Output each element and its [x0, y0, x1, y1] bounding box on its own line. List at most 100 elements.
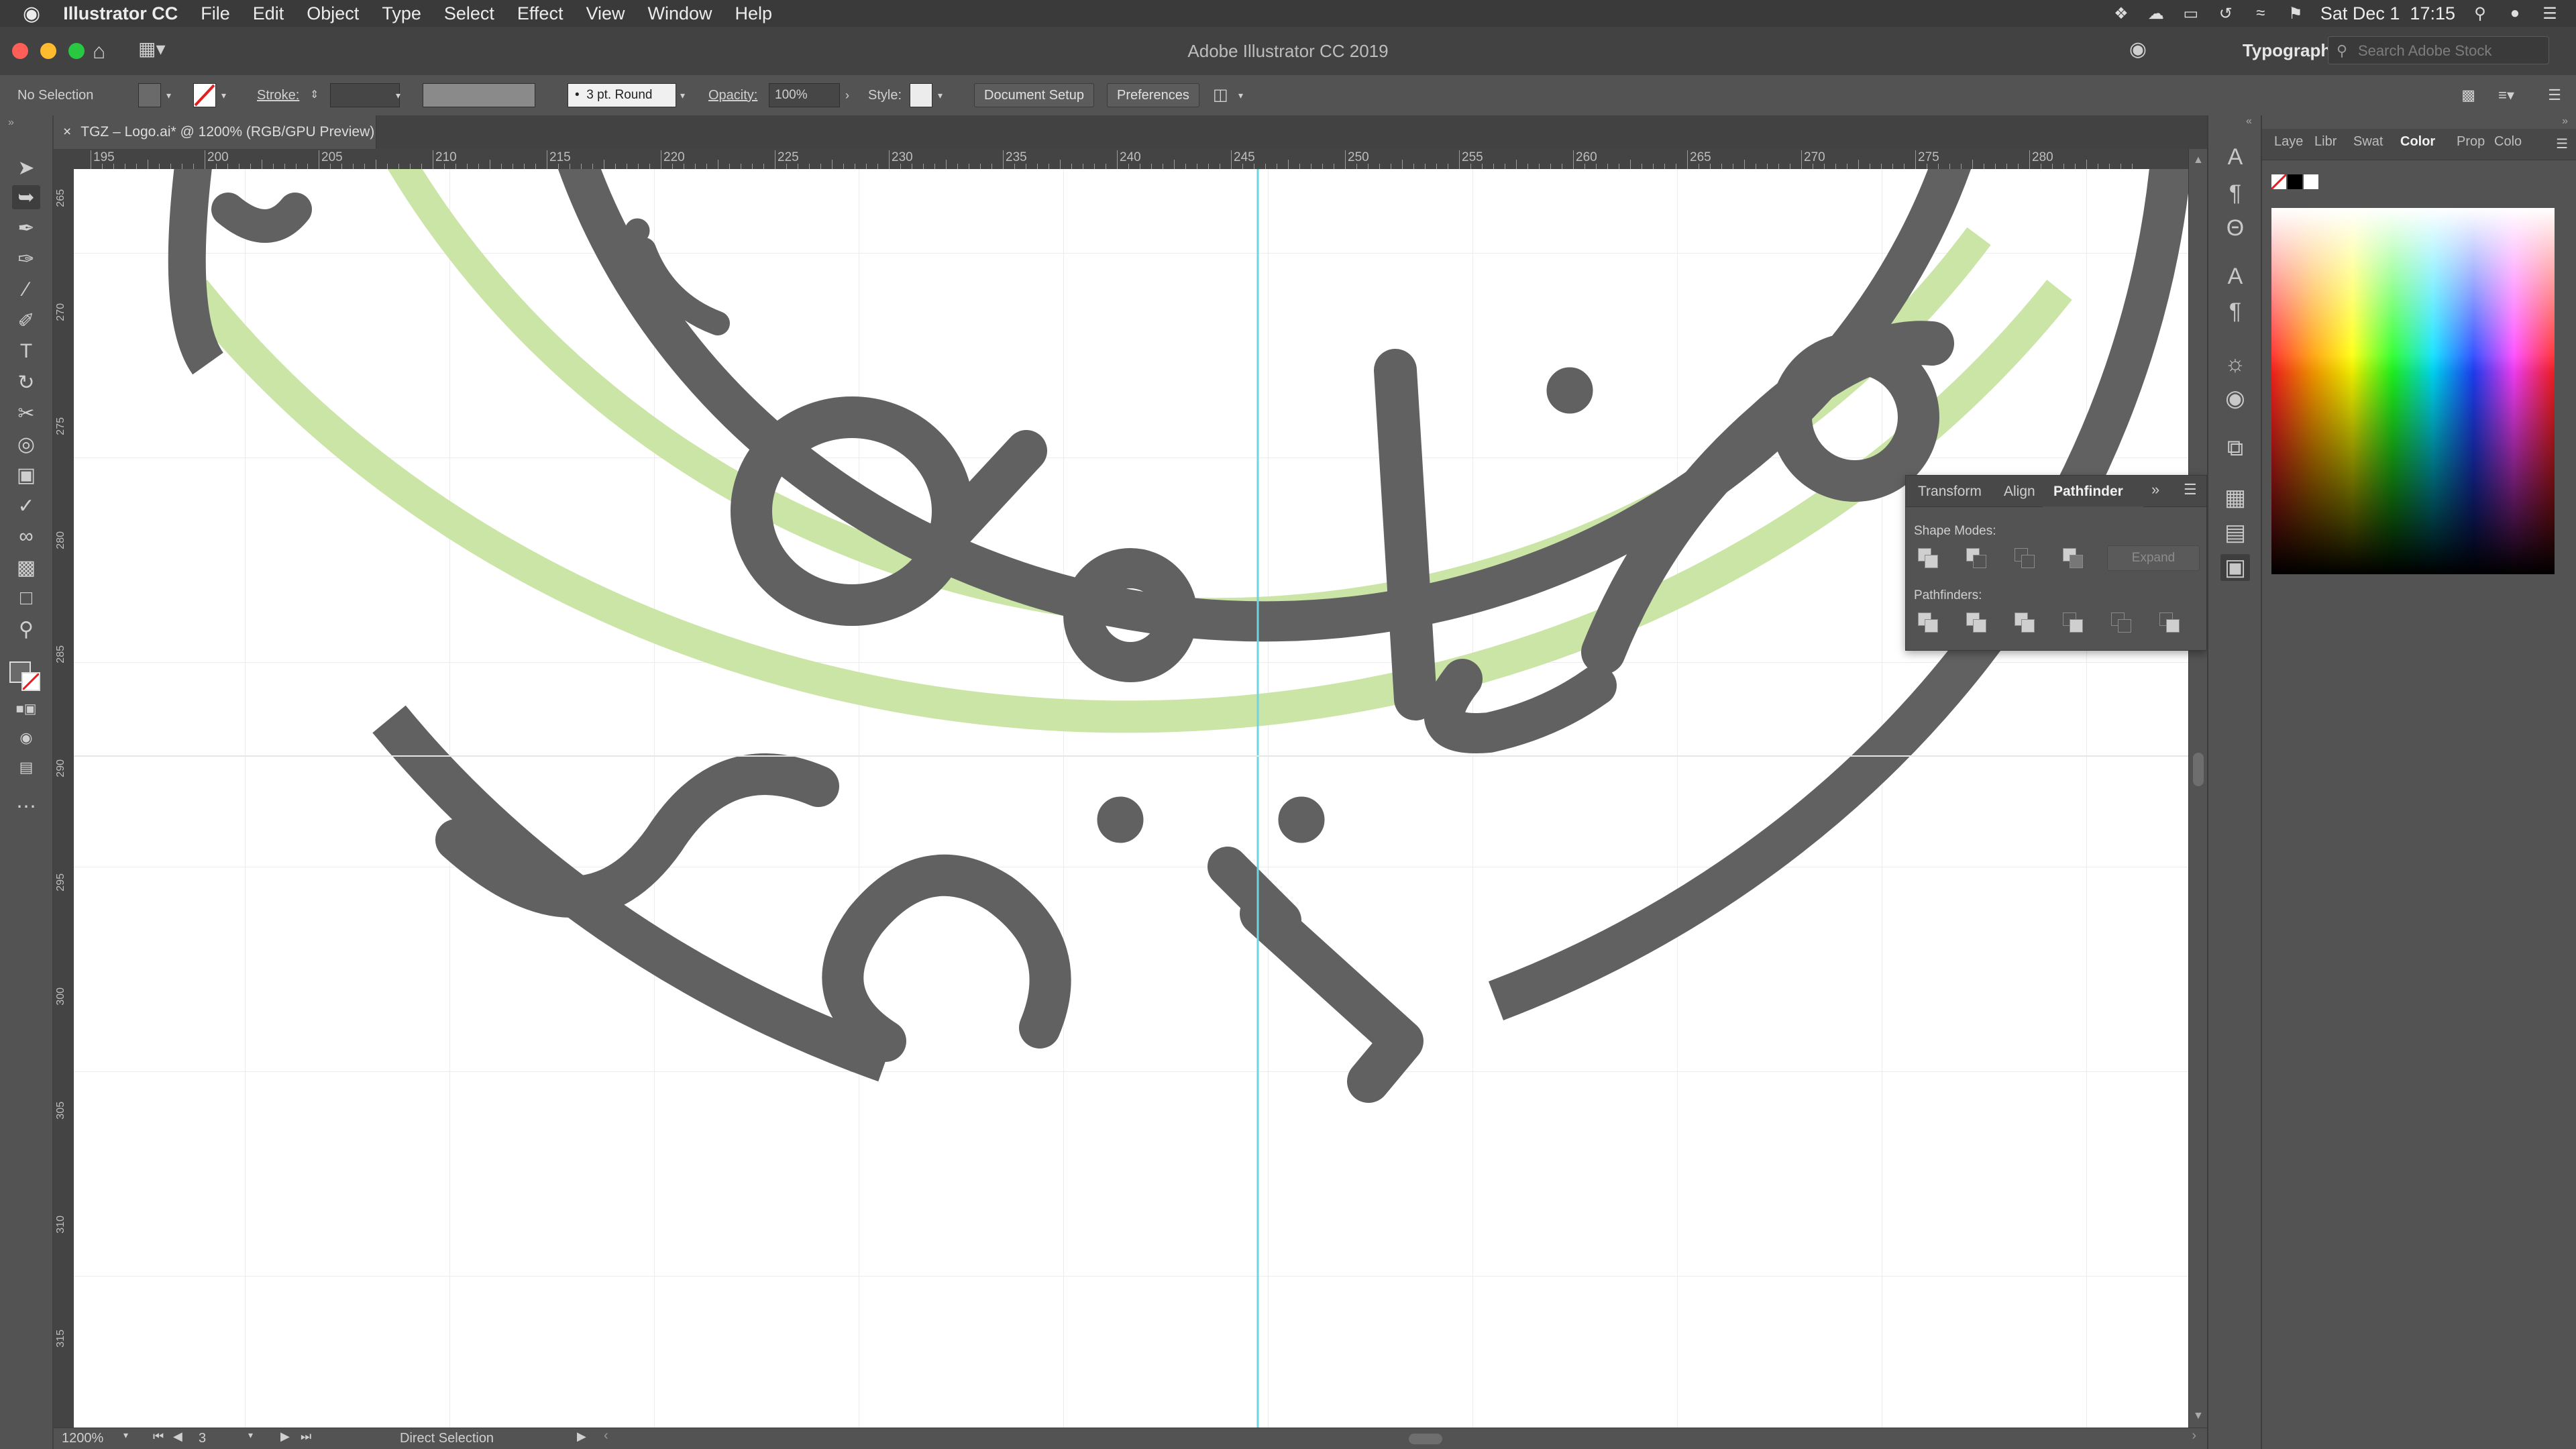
brush-definition[interactable]: • 3 pt. Round	[568, 83, 676, 107]
pen-tool-icon[interactable]: ✒	[12, 216, 40, 240]
collapse-dock-icon[interactable]: »	[2562, 115, 2568, 127]
line-tool-icon[interactable]: ∕	[12, 278, 40, 302]
trim-icon[interactable]	[1964, 610, 1988, 634]
tab-align[interactable]: Align	[2004, 484, 2035, 500]
stroke-stepper-icon[interactable]: ⇕	[310, 83, 319, 107]
stroke-dropdown-icon[interactable]: ▾	[221, 83, 226, 107]
menu-help[interactable]: Help	[724, 3, 784, 24]
scroll-left-icon[interactable]: ‹	[604, 1428, 608, 1444]
black-swatch[interactable]	[2288, 174, 2302, 189]
zoom-level[interactable]: 1200%	[62, 1431, 103, 1446]
input-flag-icon[interactable]: ⚑	[2286, 5, 2306, 23]
graphic-styles-icon[interactable]: ◉	[2220, 385, 2250, 412]
artboard-number[interactable]: 3	[199, 1431, 206, 1446]
none-swatch[interactable]	[2270, 173, 2288, 191]
lightbulb-icon[interactable]: ◉	[2129, 38, 2147, 61]
tab-color-guide[interactable]: Colo	[2494, 134, 2522, 150]
artboards-panel-icon[interactable]: ⧉	[2220, 435, 2250, 462]
tab-libraries[interactable]: Libr	[2314, 134, 2337, 150]
zoom-tool-icon[interactable]: ⚲	[12, 617, 40, 641]
zoom-dropdown-icon[interactable]: ▾	[123, 1430, 128, 1441]
tab-pathfinder[interactable]: Pathfinder	[2053, 484, 2123, 500]
selection-tool-icon[interactable]: ➤	[12, 156, 40, 180]
eyedropper-tool-icon[interactable]: ✓	[12, 494, 40, 518]
opacity-label[interactable]: Opacity:	[708, 83, 757, 107]
minus-front-icon[interactable]	[1964, 545, 1988, 570]
expand-button[interactable]: Expand	[2107, 545, 2200, 571]
live-paint-tool-icon[interactable]: ▩	[12, 555, 40, 580]
dock-panel-menu-icon[interactable]: ☰	[2556, 136, 2568, 152]
menu-type[interactable]: Type	[370, 3, 433, 24]
collapse-toolbar-icon[interactable]: »	[8, 117, 14, 129]
creative-cloud-icon[interactable]: ☁	[2146, 5, 2166, 23]
menu-file[interactable]: File	[189, 3, 241, 24]
dropbox-icon[interactable]: ❖	[2111, 5, 2131, 23]
artboard-dropdown-icon[interactable]: ▾	[248, 1430, 253, 1441]
curvature-tool-icon[interactable]: ✑	[12, 247, 40, 271]
menu-window[interactable]: Window	[637, 3, 724, 24]
outline-icon[interactable]	[2108, 610, 2133, 634]
horizontal-scroll-thumb[interactable]	[1409, 1434, 1442, 1444]
control-menu-icon[interactable]: ☰	[2548, 83, 2561, 107]
menu-effect[interactable]: Effect	[506, 3, 575, 24]
tab-transform[interactable]: Transform	[1918, 484, 1982, 500]
pathfinder-panel-icon[interactable]: ▣	[2220, 554, 2250, 581]
vertical-ruler[interactable]: 265 270 275 280 285 290 295 300 305 310 315	[54, 169, 74, 1428]
fill-stroke-widget[interactable]	[7, 652, 47, 692]
character-styles-icon[interactable]: A	[2220, 263, 2250, 290]
preferences-button[interactable]: Preferences	[1107, 83, 1199, 107]
panel-menu-icon[interactable]: ☰	[2184, 481, 2197, 498]
paintbrush-tool-icon[interactable]: ✐	[12, 309, 40, 333]
tab-properties[interactable]: Prop	[2457, 134, 2485, 150]
opacity-expand-icon[interactable]: ›	[845, 83, 849, 107]
siri-icon[interactable]: ●	[2505, 4, 2525, 22]
spotlight-icon[interactable]: ⚲	[2470, 5, 2490, 23]
paragraph-styles-icon[interactable]: ¶	[2220, 298, 2250, 325]
exclude-icon[interactable]	[2060, 545, 2084, 570]
notification-center-icon[interactable]: ☰	[2540, 5, 2560, 23]
tab-color[interactable]: Color	[2400, 134, 2435, 150]
logo-artwork[interactable]	[74, 169, 2188, 1428]
fill-swatch[interactable]	[138, 83, 161, 107]
vertical-scroll-thumb[interactable]	[2193, 753, 2204, 786]
time-machine-icon[interactable]: ↺	[2216, 5, 2236, 23]
menu-object[interactable]: Object	[295, 3, 370, 24]
unite-icon[interactable]	[1915, 545, 1939, 570]
opentype-panel-icon[interactable]: Θ	[2220, 215, 2250, 241]
airplay-icon[interactable]: ▭	[2181, 5, 2201, 23]
last-artboard-icon[interactable]: ⏭	[301, 1430, 311, 1444]
apple-icon[interactable]: ◉	[0, 2, 52, 25]
style-dropdown-icon[interactable]: ▾	[938, 83, 943, 107]
transform-panel-icon[interactable]: ▦	[2220, 484, 2250, 511]
blend-tool-icon[interactable]: ∞	[12, 525, 40, 549]
shape-builder-tool-icon[interactable]: ◎	[12, 432, 40, 456]
paragraph-panel-icon[interactable]: ¶	[2220, 180, 2250, 207]
variable-width-profile[interactable]	[423, 83, 535, 107]
status-menu-icon[interactable]: ▶	[577, 1430, 586, 1444]
menu-view[interactable]: View	[574, 3, 636, 24]
opacity-field[interactable]: 100%	[769, 83, 840, 107]
graphic-style-swatch[interactable]	[910, 83, 932, 107]
stroke-box[interactable]	[21, 672, 40, 691]
gradient-tool-icon[interactable]: ▣	[12, 463, 40, 487]
isolate-icon[interactable]: ▩	[2461, 83, 2475, 107]
crop-icon[interactable]	[2060, 610, 2084, 634]
artboard-tool-icon[interactable]: □	[12, 586, 40, 610]
wifi-icon[interactable]: ≈	[2251, 4, 2271, 22]
draw-mode-icon[interactable]: ◉	[12, 726, 40, 750]
scroll-down-icon[interactable]: ▼	[2193, 1410, 2204, 1422]
align-panel-icon[interactable]: ▤	[2220, 519, 2250, 546]
type-tool-icon[interactable]: T	[12, 339, 40, 364]
white-swatch[interactable]	[2304, 174, 2318, 189]
align-options-icon[interactable]: ≡▾	[2498, 83, 2514, 107]
scroll-up-icon[interactable]: ▲	[2193, 154, 2204, 166]
tab-swatches[interactable]: Swat	[2353, 134, 2383, 150]
stroke-label[interactable]: Stroke:	[257, 83, 299, 107]
collapse-strip-icon[interactable]: «	[2246, 115, 2252, 127]
menu-select[interactable]: Select	[433, 3, 506, 24]
close-tab-icon[interactable]: ×	[54, 124, 80, 140]
document-tab[interactable]: × TGZ – Logo.ai* @ 1200% (RGB/GPU Preview…	[54, 115, 376, 149]
screen-mode-icon[interactable]: ▤	[12, 755, 40, 780]
menu-app-name[interactable]: Illustrator CC	[52, 3, 189, 24]
artboard-canvas[interactable]	[74, 169, 2188, 1428]
